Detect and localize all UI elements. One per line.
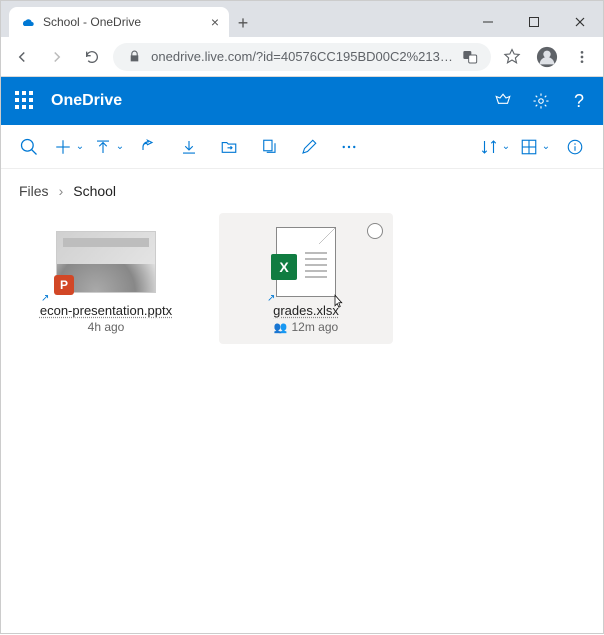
settings-gear-icon[interactable]	[531, 91, 551, 111]
file-name[interactable]: econ-presentation.pptx	[29, 303, 183, 318]
profile-avatar-icon[interactable]	[534, 43, 561, 71]
minimize-button[interactable]	[465, 7, 511, 37]
url-text: onedrive.live.com/?id=40576CC195BD00C2%2…	[151, 49, 453, 64]
help-icon[interactable]: ?	[569, 91, 589, 111]
chevron-right-icon: ›	[59, 183, 64, 199]
search-icon[interactable]	[13, 131, 45, 163]
new-button[interactable]: ⌄	[53, 131, 85, 163]
breadcrumb-root[interactable]: Files	[19, 183, 49, 199]
reload-button[interactable]	[78, 43, 105, 71]
people-icon: 👥	[274, 321, 288, 334]
bookmark-star-icon[interactable]	[499, 43, 526, 71]
file-item[interactable]: P ↗ econ-presentation.pptx 4h ago	[19, 213, 193, 344]
new-tab-button[interactable]: +	[229, 9, 257, 37]
more-actions-button[interactable]	[333, 131, 365, 163]
powerpoint-badge-icon: P	[54, 275, 74, 295]
select-checkbox[interactable]	[367, 223, 383, 239]
info-pane-button[interactable]	[559, 131, 591, 163]
share-button[interactable]	[133, 131, 165, 163]
rename-button[interactable]	[293, 131, 325, 163]
browser-titlebar: School - OneDrive × +	[1, 1, 603, 37]
upload-button[interactable]: ⌄	[93, 131, 125, 163]
download-button[interactable]	[173, 131, 205, 163]
onedrive-toolbar: ⌄ ⌄ ⌄ ⌄	[1, 125, 603, 169]
forward-button[interactable]	[44, 43, 71, 71]
lock-icon	[125, 48, 143, 66]
maximize-button[interactable]	[511, 7, 557, 37]
sort-button[interactable]: ⌄	[479, 131, 511, 163]
content-scroll-area: Files › School P ↗ econ-presentation.ppt…	[1, 169, 603, 635]
close-window-button[interactable]	[557, 7, 603, 37]
shared-indicator-icon: ↗	[267, 293, 275, 304]
file-modified: 👥 12m ago	[229, 320, 383, 334]
file-grid: P ↗ econ-presentation.pptx 4h ago X ↗ gr…	[1, 203, 603, 354]
excel-badge-icon: X	[271, 254, 297, 280]
file-modified: 4h ago	[29, 320, 183, 334]
close-tab-icon[interactable]: ×	[211, 14, 219, 30]
copy-to-button[interactable]	[253, 131, 285, 163]
browser-tab[interactable]: School - OneDrive ×	[9, 7, 229, 37]
back-button[interactable]	[9, 43, 36, 71]
breadcrumb-current[interactable]: School	[73, 183, 116, 199]
onedrive-favicon	[19, 14, 35, 30]
view-toggle-button[interactable]: ⌄	[519, 131, 551, 163]
file-item[interactable]: X ↗ grades.xlsx 👥 12m ago	[219, 213, 393, 344]
onedrive-brand[interactable]: OneDrive	[51, 92, 122, 110]
file-thumbnail: X	[276, 227, 336, 297]
file-thumbnail: P	[56, 231, 156, 293]
breadcrumb: Files › School	[1, 169, 603, 203]
shared-indicator-icon: ↗	[41, 293, 49, 304]
translate-icon[interactable]	[461, 48, 479, 66]
onedrive-header: OneDrive ?	[1, 77, 603, 125]
app-launcher-icon[interactable]	[15, 91, 35, 111]
browser-address-bar: onedrive.live.com/?id=40576CC195BD00C2%2…	[1, 37, 603, 77]
tab-title: School - OneDrive	[43, 15, 203, 29]
address-input[interactable]: onedrive.live.com/?id=40576CC195BD00C2%2…	[113, 43, 491, 71]
file-name[interactable]: grades.xlsx	[229, 303, 383, 318]
move-to-button[interactable]	[213, 131, 245, 163]
kebab-menu-icon[interactable]	[568, 43, 595, 71]
window-controls	[465, 7, 603, 37]
premium-icon[interactable]	[493, 91, 513, 111]
